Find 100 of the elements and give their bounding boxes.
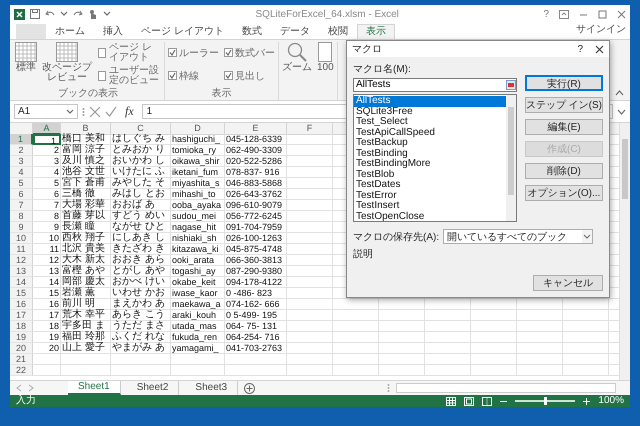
row-header[interactable]: 18	[10, 321, 33, 332]
sheet-tab[interactable]: Sheet1	[68, 381, 121, 395]
ribbon-options-icon[interactable]	[559, 10, 569, 18]
ribbon-tab[interactable]: ホーム	[46, 24, 94, 39]
dialog-button[interactable]: オプション(O)...	[524, 185, 603, 201]
caret-icon[interactable]	[103, 10, 111, 18]
collapse-ribbon-icon[interactable]	[615, 90, 624, 96]
slider-thumb[interactable]	[544, 397, 548, 405]
vertical-scrollbar[interactable]	[619, 123, 630, 380]
ribbon-tab[interactable]: 校閲	[318, 24, 357, 39]
row-header[interactable]: 13	[10, 266, 33, 277]
list-item[interactable]: TestOpenClose	[354, 212, 506, 222]
view-button[interactable]: ページ レイアウト	[97, 42, 161, 63]
more-icon[interactable]	[82, 106, 85, 116]
name-box[interactable]: A1	[14, 104, 78, 119]
view-button[interactable]: 標準	[15, 42, 37, 73]
row-header[interactable]: 4	[10, 167, 33, 178]
column-header[interactable]: C	[111, 123, 171, 135]
empty-cell	[287, 365, 333, 376]
column-header[interactable]: D	[171, 123, 225, 135]
collapse-dialog-icon[interactable]	[506, 80, 516, 90]
row-header[interactable]: 8	[10, 211, 33, 222]
row-header[interactable]: 7	[10, 200, 33, 211]
ribbon-tab[interactable]: 挿入	[94, 24, 132, 39]
sheet-grid-icon	[56, 42, 78, 62]
list-item[interactable]: TestBlob	[354, 170, 506, 180]
list-item[interactable]: TestDates	[354, 180, 506, 190]
list-item[interactable]: TestApiCallSpeed	[354, 128, 506, 138]
row-header[interactable]: 20	[10, 343, 33, 354]
row-header[interactable]: 21	[10, 354, 33, 365]
zoom-100-button[interactable]: 100	[317, 42, 334, 73]
row-header[interactable]: 14	[10, 277, 33, 288]
row-header[interactable]: 2	[10, 145, 33, 156]
row-header[interactable]: 16	[10, 299, 33, 310]
checkbox[interactable]	[168, 71, 177, 80]
close-icon[interactable]	[595, 44, 604, 54]
sign-in-link[interactable]: サインイン	[572, 22, 630, 39]
row-header[interactable]: 22	[10, 365, 33, 376]
column-header[interactable]: E	[225, 123, 287, 135]
list-item[interactable]: TestError	[354, 190, 506, 201]
row-header[interactable]: 17	[10, 310, 33, 321]
dialog-button[interactable]: 削除(D)	[524, 163, 603, 179]
row-header[interactable]: 9	[10, 222, 33, 233]
row-header[interactable]: 12	[10, 255, 33, 266]
list-scrollbar[interactable]	[506, 95, 516, 221]
table-cell: 0 5-499- 195	[225, 310, 287, 321]
expand-formula-icon[interactable]	[617, 108, 626, 114]
cancel-icon[interactable]	[89, 106, 101, 118]
row-header[interactable]: 1	[10, 134, 33, 145]
ribbon-tab[interactable]: 表示	[356, 24, 395, 39]
row-header[interactable]: 11	[10, 244, 33, 255]
list-item[interactable]: TestBindingMore	[354, 159, 506, 170]
table-cell: 20	[33, 343, 61, 354]
ribbon-tab[interactable]: ページ レイアウト	[132, 24, 233, 39]
column-header[interactable]: A	[33, 123, 61, 135]
help-button[interactable]: ?	[577, 44, 583, 54]
checkbox[interactable]	[224, 71, 233, 80]
horizontal-scrollbar[interactable]	[396, 383, 616, 393]
row-header[interactable]: 6	[10, 189, 33, 200]
row-header[interactable]: 10	[10, 233, 33, 244]
help-button[interactable]: ?	[543, 8, 549, 20]
dialog-button[interactable]: 編集(E)	[524, 119, 603, 135]
dialog-button[interactable]: ステップ イン(S)	[524, 97, 603, 113]
row-header[interactable]: 19	[10, 332, 33, 343]
list-item[interactable]: SQLite3Free	[354, 106, 506, 117]
checkbox[interactable]	[224, 48, 233, 57]
view-button[interactable]: 改ページプレビュー	[42, 42, 92, 83]
normal-view-icon[interactable]	[446, 396, 456, 406]
add-sheet-icon[interactable]	[244, 382, 256, 394]
view-button[interactable]: ユーザー設定のビュー	[97, 65, 161, 86]
location-dropdown[interactable]: 開いているすべてのブック	[443, 229, 594, 244]
zoom-in-icon[interactable]	[583, 398, 590, 404]
page-layout-icon[interactable]	[464, 396, 474, 406]
list-item[interactable]: TestInsert	[354, 201, 506, 212]
insert-function-button[interactable]: fx	[121, 104, 138, 119]
maximize-icon[interactable]	[598, 10, 607, 18]
row-header[interactable]: 15	[10, 288, 33, 299]
checkbox[interactable]	[168, 48, 177, 57]
cancel-button[interactable]: キャンセル	[533, 275, 603, 291]
macro-name-field[interactable]: AllTests	[353, 78, 517, 92]
ribbon-tab[interactable]: データ	[270, 24, 319, 39]
save-icon[interactable]	[30, 9, 40, 19]
macro-list[interactable]: AllTests SQLite3Free Test_Select TestApiCallSpeed TestBackup TestBinding TestBindingMore TestBlob TestDates TestError TestInsert TestOpenClose	[353, 94, 517, 222]
list-item[interactable]: AllTests	[354, 96, 506, 106]
excel-icon[interactable]	[14, 8, 25, 20]
hand-icon[interactable]	[88, 8, 98, 20]
zoom-button[interactable]: ズーム	[282, 42, 312, 73]
row-header[interactable]: 3	[10, 156, 33, 167]
list-item[interactable]: TestBinding	[354, 148, 506, 159]
caret-icon[interactable]	[60, 10, 68, 18]
dialog-button[interactable]: 実行(R)	[524, 75, 603, 91]
empty-cell	[517, 343, 563, 354]
search-icon	[287, 42, 307, 62]
enter-icon[interactable]	[105, 106, 117, 118]
list-item[interactable]: TestBackup	[354, 138, 506, 148]
row-header[interactable]: 5	[10, 178, 33, 189]
ribbon-tab[interactable]: 数式	[232, 24, 271, 39]
column-header[interactable]: F	[287, 123, 333, 135]
page-break-icon[interactable]	[482, 396, 492, 406]
list-item[interactable]: Test_Select	[354, 117, 506, 128]
